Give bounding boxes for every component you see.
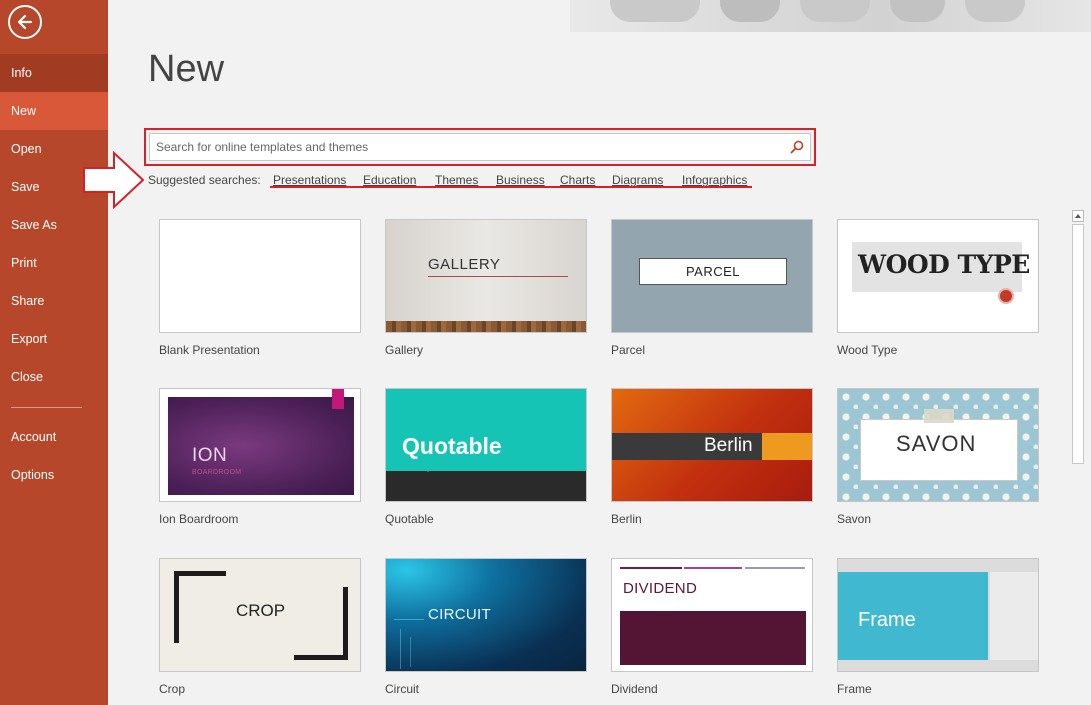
- thumb-title: PARCEL: [639, 258, 787, 285]
- search-icon[interactable]: [790, 140, 804, 154]
- search-box: [149, 133, 811, 161]
- suggested-link-themes[interactable]: Themes: [435, 173, 478, 187]
- page-title: New: [148, 48, 225, 90]
- nav-item-share[interactable]: Share: [0, 282, 108, 320]
- backstage-sidebar: Info New Open Save Save As Print Share E…: [0, 0, 108, 705]
- back-button[interactable]: [8, 5, 42, 39]
- nav-item-close[interactable]: Close: [0, 358, 108, 396]
- template-thumbnail: ION BOARDROOM: [159, 388, 361, 502]
- nav-item-save-as[interactable]: Save As: [0, 206, 108, 244]
- thumb-subtitle: BOARDROOM: [192, 469, 242, 476]
- thumb-title: Berlin: [704, 435, 753, 456]
- suggested-highlight-annotation: [270, 186, 752, 188]
- template-label: Dividend: [611, 682, 658, 696]
- suggested-link-presentations[interactable]: Presentations: [273, 173, 346, 187]
- suggested-link-charts[interactable]: Charts: [560, 173, 595, 187]
- template-label: Wood Type: [837, 343, 898, 357]
- thumb-title: DIVIDEND: [623, 580, 698, 597]
- arrow-left-icon: [17, 14, 33, 30]
- template-thumbnail: CROP: [159, 558, 361, 672]
- header-decoration: [570, 0, 1091, 32]
- thumb-title: GALLERY: [428, 256, 501, 273]
- scroll-up-button[interactable]: [1072, 210, 1084, 222]
- template-thumbnail: Quotable: [385, 388, 587, 502]
- suggested-searches-label: Suggested searches:: [148, 173, 261, 187]
- template-thumbnail: WOOD TYPE: [837, 219, 1039, 333]
- thumb-title: CROP: [236, 601, 286, 620]
- annotation-arrow-icon: [83, 150, 145, 210]
- nav-divider: [11, 407, 82, 408]
- nav-item-info[interactable]: Info: [0, 54, 108, 92]
- template-label: Crop: [159, 682, 186, 696]
- template-label: Berlin: [611, 512, 642, 526]
- thumb-title: ION: [192, 445, 228, 466]
- template-thumbnail: SAVON: [837, 388, 1039, 502]
- template-label: Circuit: [385, 682, 420, 696]
- scroll-thumb[interactable]: [1072, 224, 1084, 464]
- template-thumbnail: [159, 219, 361, 333]
- nav-item-options[interactable]: Options: [0, 456, 108, 494]
- template-thumbnail: PARCEL: [611, 219, 813, 333]
- template-thumbnail: GALLERY: [385, 219, 587, 333]
- suggested-link-infographics[interactable]: Infographics: [682, 173, 747, 187]
- thumb-title: Frame: [858, 609, 916, 631]
- template-label: Parcel: [611, 343, 646, 357]
- template-label: Frame: [837, 682, 872, 696]
- thumb-title: WOOD TYPE: [858, 250, 1030, 279]
- vertical-scrollbar[interactable]: [1070, 208, 1086, 705]
- thumb-title: CIRCUIT: [428, 606, 491, 623]
- nav-item-export[interactable]: Export: [0, 320, 108, 358]
- suggested-link-business[interactable]: Business: [496, 173, 545, 187]
- template-thumbnail: DIVIDEND: [611, 558, 813, 672]
- template-label: Quotable: [385, 512, 434, 526]
- suggested-link-diagrams[interactable]: Diagrams: [612, 173, 663, 187]
- template-thumbnail: CIRCUIT: [385, 558, 587, 672]
- template-thumbnail: Frame: [837, 558, 1039, 672]
- template-label: Blank Presentation: [159, 343, 260, 357]
- template-label: Gallery: [385, 343, 424, 357]
- template-label: Ion Boardroom: [159, 512, 239, 526]
- thumb-title: SAVON: [896, 431, 977, 456]
- suggested-link-education[interactable]: Education: [363, 173, 416, 187]
- nav-item-new[interactable]: New: [0, 92, 108, 130]
- nav-item-print[interactable]: Print: [0, 244, 108, 282]
- nav-item-account[interactable]: Account: [0, 418, 108, 456]
- thumb-title: Quotable: [402, 433, 502, 459]
- template-thumbnail: Berlin: [611, 388, 813, 502]
- template-label: Savon: [837, 512, 872, 526]
- search-input[interactable]: [156, 134, 776, 160]
